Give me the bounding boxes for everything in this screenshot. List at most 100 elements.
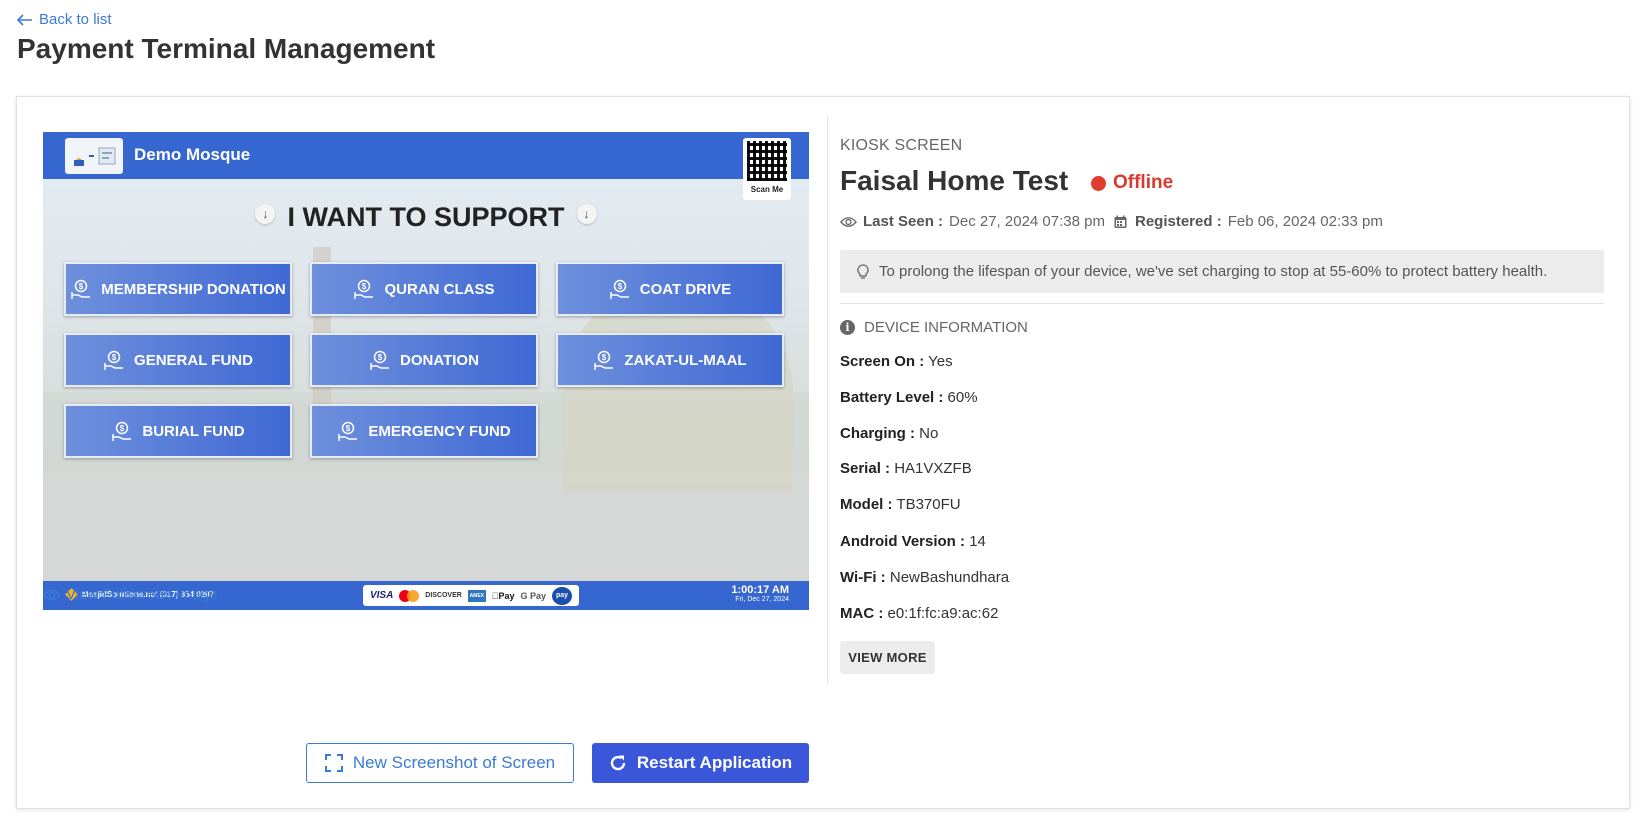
section-divider: [840, 303, 1604, 304]
arrow-down-icon: ↓: [255, 203, 276, 224]
qr-code: Scan Me: [743, 138, 791, 200]
eye-icon: [43, 589, 61, 600]
info-row-screen-on: Screen On : Yes: [840, 353, 953, 370]
eye-icon: [840, 216, 857, 227]
registered-label: Registered :: [1135, 213, 1222, 230]
fund-label: BURIAL FUND: [142, 422, 245, 440]
info-label: Wi-Fi :: [840, 569, 886, 586]
info-label: Battery Level :: [840, 389, 944, 406]
arrow-left-icon: [17, 13, 32, 26]
info-label: Model :: [840, 496, 893, 513]
info-row-mac: MAC : e0:1f:fc:a9:ac:62: [840, 605, 998, 622]
kiosk-header: Demo Mosque Scan Me: [43, 132, 809, 200]
info-value: 60%: [947, 389, 978, 406]
kiosk-time: 1:00:17 AM: [731, 584, 789, 596]
fund-button: $ EMERGENCY FUND: [310, 404, 538, 458]
info-row-battery: Battery Level : 60%: [840, 389, 978, 406]
info-value: TB370FU: [896, 496, 961, 513]
svg-text:$: $: [79, 282, 84, 291]
svg-text:$: $: [346, 424, 351, 433]
fund-label: QURAN CLASS: [384, 280, 495, 298]
info-label: MAC :: [840, 605, 884, 622]
fund-label: GENERAL FUND: [134, 351, 253, 369]
org-name: Demo Mosque: [134, 145, 251, 164]
page-title: Payment Terminal Management: [17, 33, 436, 64]
device-information-title: DEVICE INFORMATION: [864, 319, 1028, 336]
view-fullscreen-label: View Fullscreen Image: [66, 586, 218, 603]
view-more-button[interactable]: VIEW MORE: [840, 641, 935, 674]
donation-hand-icon: $: [610, 279, 629, 299]
view-fullscreen-link[interactable]: View Fullscreen Image: [43, 586, 217, 603]
samsung-pay-logo: pay: [551, 586, 572, 605]
svg-text:$: $: [120, 424, 125, 433]
calendar-icon: [1114, 215, 1127, 228]
terminal-card: Demo Mosque Scan Me ↓ I WANT TO SUPPORT …: [16, 96, 1630, 809]
fund-button: $ DONATION: [310, 333, 538, 387]
info-value: NewBashundhara: [889, 569, 1010, 586]
amex-logo: AMEX: [467, 589, 486, 602]
new-screenshot-button[interactable]: New Screenshot of Screen: [306, 743, 574, 783]
info-label: Charging :: [840, 425, 915, 442]
apple-pay-logo: Pay: [492, 590, 515, 601]
donation-hand-icon: $: [354, 279, 374, 299]
fund-label: EMERGENCY FUND: [368, 422, 511, 440]
refresh-icon: [610, 755, 626, 771]
info-row-serial: Serial : HA1VXZFB: [840, 460, 972, 477]
device-information-heading: i DEVICE INFORMATION: [840, 319, 1028, 336]
fullscreen-icon: [324, 754, 343, 772]
visa-logo: VISA: [369, 590, 394, 601]
registered-value: Feb 06, 2024 02:33 pm: [1227, 213, 1383, 230]
battery-notice-text: To prolong the lifespan of your device, …: [879, 263, 1548, 280]
donation-hand-icon: $: [104, 350, 124, 370]
fund-button: $ GENERAL FUND: [64, 333, 292, 387]
info-value: e0:1f:fc:a9:ac:62: [887, 605, 999, 622]
fund-label: MEMBERSHIP DONATION: [101, 280, 286, 298]
status-badge: Offline: [1091, 172, 1173, 194]
fund-label: DONATION: [400, 351, 479, 369]
donation-hand-icon: $: [112, 421, 132, 441]
svg-text:$: $: [378, 353, 383, 362]
status-text: Offline: [1113, 172, 1174, 193]
info-icon: i: [840, 320, 855, 335]
info-value: 14: [969, 533, 986, 550]
svg-text:$: $: [602, 353, 607, 362]
last-seen-value: Dec 27, 2024 07:38 pm: [949, 213, 1105, 230]
new-screenshot-label: New Screenshot of Screen: [352, 753, 556, 772]
donation-hand-icon: $: [594, 350, 614, 370]
fund-button: $ BURIAL FUND: [64, 404, 292, 458]
fund-label: COAT DRIVE: [639, 280, 732, 298]
payment-methods: VISA DISCOVER AMEX Pay G Pay pay: [363, 585, 579, 606]
info-row-wifi: Wi-Fi : NewBashundhara: [840, 569, 1009, 586]
support-heading: I WANT TO SUPPORT: [287, 202, 565, 232]
donation-hand-icon: $: [338, 421, 358, 441]
svg-text:$: $: [112, 353, 117, 362]
svg-text:$: $: [618, 282, 623, 291]
info-value: Yes: [928, 353, 953, 370]
back-to-list-link[interactable]: Back to list: [17, 11, 112, 28]
status-dot-icon: [1091, 175, 1106, 191]
qr-label: Scan Me: [750, 185, 784, 194]
kiosk-screen-kicker: KIOSK SCREEN: [840, 137, 963, 154]
discover-logo: DISCOVER: [425, 592, 462, 599]
info-row-charging: Charging : No: [840, 425, 938, 442]
column-divider: [827, 117, 828, 683]
svg-text:$: $: [362, 282, 367, 291]
info-label: Serial :: [840, 460, 891, 477]
fund-button: $ ZAKAT-UL-MAAL: [556, 333, 784, 387]
lightbulb-icon: [857, 263, 869, 279]
back-to-list-label: Back to list: [39, 11, 112, 28]
mastercard-icon: [399, 589, 420, 602]
restart-application-button[interactable]: Restart Application: [592, 743, 809, 783]
info-value: No: [919, 425, 939, 442]
fund-button: $ COAT DRIVE: [556, 262, 784, 316]
restart-application-label: Restart Application: [636, 753, 793, 772]
support-heading-row: ↓ I WANT TO SUPPORT ↓: [43, 202, 809, 233]
info-row-model: Model : TB370FU: [840, 496, 961, 513]
kiosk-clock: 1:00:17 AM Fri, Dec 27, 2024: [731, 584, 789, 603]
kiosk-screenshot[interactable]: Demo Mosque Scan Me ↓ I WANT TO SUPPORT …: [43, 132, 809, 610]
info-row-android: Android Version : 14: [840, 533, 986, 550]
fund-label: ZAKAT-UL-MAAL: [624, 351, 747, 369]
kiosk-date: Fri, Dec 27, 2024: [735, 596, 789, 603]
device-name: Faisal Home Test: [840, 165, 1069, 196]
fund-button: $ QURAN CLASS: [310, 262, 538, 316]
